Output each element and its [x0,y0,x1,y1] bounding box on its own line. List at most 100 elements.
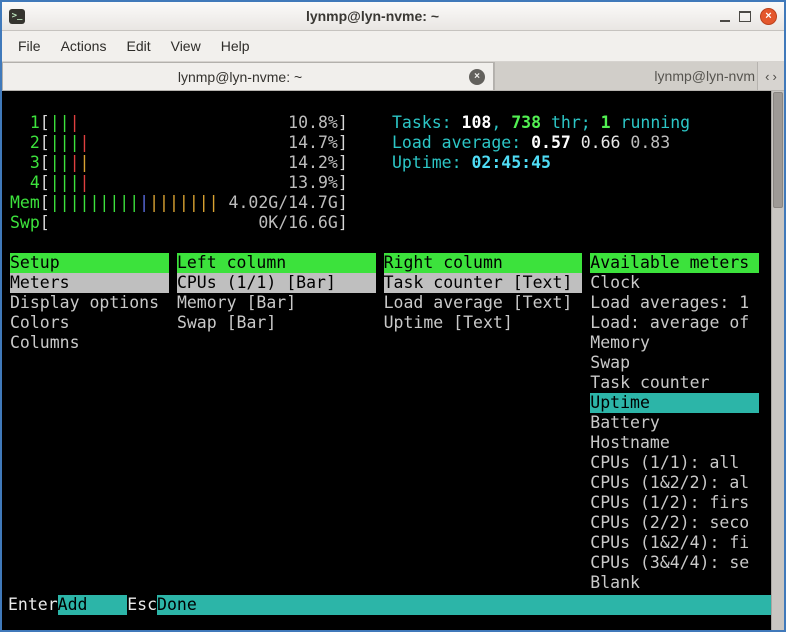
panel-item-uptime-text[interactable]: Uptime [Text] [384,313,583,333]
terminal-icon: >_ [9,9,25,24]
panel-item-cpus-1-1-bar[interactable]: CPUs (1/1) [Bar] [177,273,376,293]
meter-bar-segment: ||| [50,133,80,152]
tab-active-label: lynmp@lyn-nvme: ~ [11,69,469,85]
maximize-button[interactable] [739,11,751,22]
panel-item-load-average-text[interactable]: Load average [Text] [384,293,583,313]
tab-scroll-right-icon[interactable]: › [773,69,777,84]
panel-setup: SetupMetersDisplay optionsColorsColumns [10,253,169,593]
meter-bar: ||| 10.8% [50,113,338,133]
meter-value: 4.02G/14.7G [229,193,338,213]
window-title: lynmp@lyn-nvme: ~ [25,8,720,24]
panel-item-task-counter-text[interactable]: Task counter [Text] [384,273,583,293]
panel-item-cpus-1-2-firs[interactable]: CPUs (1/2): firs [590,493,759,513]
terminal-scrollbar[interactable] [771,91,784,630]
fn-action-label: Done [157,595,771,615]
panel-item-task-counter[interactable]: Task counter [590,373,759,393]
menu-item-help[interactable]: Help [211,33,260,59]
htop-meters: 1[|||10.8%]2[||||14.7%]3[||||14.2%]4[|||… [10,113,348,233]
meter-open-bracket: [ [40,173,50,193]
meter-row-4: 4[||||13.9%] [10,173,348,193]
meter-open-bracket: [ [40,213,50,233]
meter-bar-segment: | [80,133,90,152]
panel-item-cpus-2-2-seco[interactable]: CPUs (2/2): seco [590,513,759,533]
meter-value: 14.7% [288,133,338,153]
stat-segment: running [611,113,690,132]
meter-bar: ||||14.2% [50,153,338,173]
fnkey-enter[interactable]: EnterAdd [8,595,127,615]
panel-item-cpus-1-2-4-fi[interactable]: CPUs (1&2/4): fi [590,533,759,553]
panel-item-cpus-1-1-all[interactable]: CPUs (1/1): all [590,453,759,473]
tab-close-icon[interactable]: × [469,69,485,85]
panel-left-column: Left columnCPUs (1/1) [Bar]Memory [Bar]S… [177,253,376,593]
panel-item-columns[interactable]: Columns [10,333,169,353]
meter-bar-segment: || [50,153,70,172]
panel-item-swap[interactable]: Swap [590,353,759,373]
scrollbar-thumb[interactable] [773,92,783,208]
menu-item-edit[interactable]: Edit [116,33,160,59]
panel-item-memory[interactable]: Memory [590,333,759,353]
stat-segment: Load average: [392,133,531,152]
stat-line-1: Load average: 0.57 0.66 0.83 [392,133,690,153]
menu-item-view[interactable]: View [161,33,211,59]
close-button[interactable]: × [760,8,777,25]
menu-item-actions[interactable]: Actions [51,33,117,59]
stat-segment: 0.57 [531,133,581,152]
meter-bar-segment: || [50,113,70,132]
panel-item-cpus-1-2-2-al[interactable]: CPUs (1&2/2): al [590,473,759,493]
panel-item-display-options[interactable]: Display options [10,293,169,313]
panel-item-cpus-3-4-4-se[interactable]: CPUs (3&4/4): se [590,553,759,573]
tab-scroll-arrows: ‹ › [757,62,784,90]
stat-segment: 0.66 [581,133,631,152]
panel-item-hostname[interactable]: Hostname [590,433,759,453]
meter-bar: ||||||||||||||||| 4.02G/14.7G [50,193,338,213]
meter-label: Mem [10,193,40,213]
panel-item-clock[interactable]: Clock [590,273,759,293]
panel-available-meters: Available metersClockLoad averages: 1Loa… [590,253,759,593]
meter-close-bracket: ] [338,133,348,153]
meter-bar-segments: ||||||||||||||||| [50,193,219,213]
panel-header-setup: Setup [10,253,169,273]
panel-item-memory-bar[interactable]: Memory [Bar] [177,293,376,313]
tab-inactive[interactable]: lynmp@lyn-nvm [494,62,757,90]
meter-row-mem: Mem[|||||||||||||||||4.02G/14.7G] [10,193,348,213]
meter-row-2: 2[||||14.7%] [10,133,348,153]
stat-segment: 108 [462,113,492,132]
stat-segment: Uptime: [392,153,471,172]
meter-bar-segment: ||| [50,173,80,192]
panel-item-meters[interactable]: Meters [10,273,169,293]
menu-item-file[interactable]: File [8,33,51,59]
panel-item-uptime[interactable]: Uptime [590,393,759,413]
tab-inactive-label: lynmp@lyn-nvm [654,68,755,84]
meter-bar-segments: ||| [50,113,80,133]
meter-bar-segments: |||| [50,133,90,153]
meter-bar-segment: ||||||| [149,193,219,212]
panel-item-colors[interactable]: Colors [10,313,169,333]
panel-item-swap-bar[interactable]: Swap [Bar] [177,313,376,333]
meter-bar-segment: | [139,193,149,212]
meter-value: 10.8% [288,113,338,133]
meter-row-1: 1[|||10.8%] [10,113,348,133]
stat-line-2: Uptime: 02:45:45 [392,153,690,173]
terminal-window: >_ lynmp@lyn-nvme: ~ × FileActionsEditVi… [0,0,786,632]
fnkey-esc[interactable]: EscDone [127,595,771,615]
meter-row-3: 3[||||14.2%] [10,153,348,173]
stat-line-0: Tasks: 108, 738 thr; 1 running [392,113,690,133]
meter-value: 13.9% [288,173,338,193]
minimize-button[interactable] [720,11,730,22]
tab-active[interactable]: lynmp@lyn-nvme: ~ × [2,62,494,90]
meter-label: 4 [10,173,40,193]
panel-header-left-column: Left column [177,253,376,273]
panel-item-blank[interactable]: Blank [590,573,759,593]
meter-bar-segments: |||| [50,153,90,173]
meter-bar: 0K/16.6G [50,213,338,233]
panel-item-load-average-of[interactable]: Load: average of [590,313,759,333]
meter-bar: |||| 14.7% [50,133,338,153]
panel-right-column: Right columnTask counter [Text]Load aver… [384,253,583,593]
tab-scroll-left-icon[interactable]: ‹ [765,69,769,84]
panel-item-battery[interactable]: Battery [590,413,759,433]
htop-function-bar: EnterAdd EscDone [2,595,771,615]
fn-action-label: Add [58,595,128,615]
meter-label: 1 [10,113,40,133]
meter-row-swp: Swp[0K/16.6G] [10,213,348,233]
panel-item-load-averages-1[interactable]: Load averages: 1 [590,293,759,313]
